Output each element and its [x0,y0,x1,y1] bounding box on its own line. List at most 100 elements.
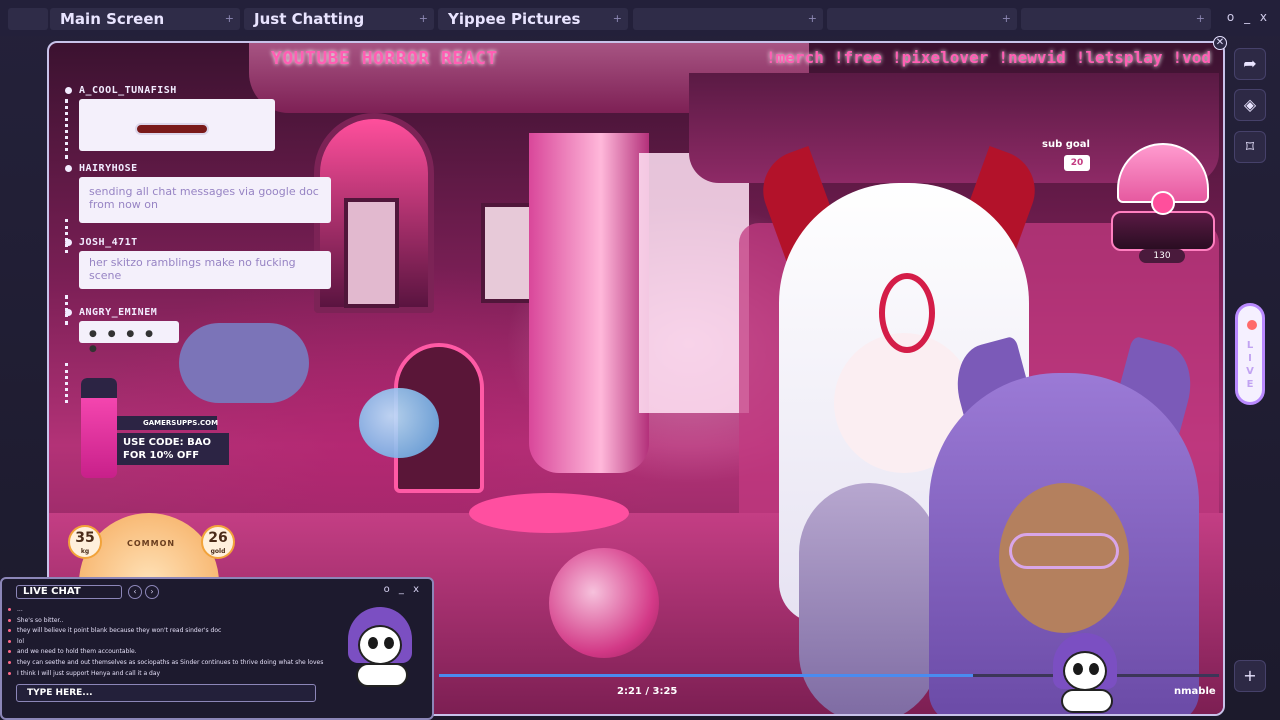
bookmark-icon[interactable]: ⌑ [1234,131,1266,163]
scene-poster [344,198,399,308]
chat-commands: !merch !free !pixelover !newvid !letspla… [766,48,1211,67]
chat-prev-icon[interactable]: ‹ [128,585,142,599]
video-progress-fill [439,674,974,677]
chat-message: ● ● ● ● ● [79,321,179,354]
scene-window-light [639,153,749,413]
mascot-foxgirl-chibi [1049,633,1121,713]
shell-base [1111,211,1215,251]
overlay-suffix-text: nmable [1174,686,1216,697]
weight-stat: 35 kg [68,525,102,559]
forehead-mark-icon [879,273,935,353]
chat-message: sending all chat messages via google doc… [79,177,331,223]
live-letter: V [1246,366,1254,377]
mascot-face [358,625,402,665]
chat-message: I think I will just support Henya and ca… [8,669,338,680]
chat-message [79,99,275,151]
chat-message: they will believe it point blank because… [8,626,338,637]
app-root: Main Screen + Just Chatting + Yippee Pictu… [0,0,1280,720]
rarity-label: COMMON [127,539,176,548]
mascot-body [356,663,408,687]
window-controls[interactable]: o _ x [1227,10,1270,24]
tab-yippee-pictures[interactable]: Yippee Pictures + [438,8,628,30]
sub-goal-label: sub goal [1042,139,1090,150]
tab-close-icon[interactable]: + [613,8,622,30]
chat-username: A_COOL_TUNAFISH [65,85,177,96]
menu-button[interactable] [8,8,48,30]
chat-message: and we need to hold them accountable. [8,647,338,658]
tab-main-screen[interactable]: Main Screen + [50,8,240,30]
tab-label: Yippee Pictures [448,10,581,28]
sub-goal-target: 20 [1064,155,1090,171]
chat-text: She's so bitter.. [17,616,64,624]
chat-message: ... [8,605,338,616]
chat-text: and we need to hold them accountable. [17,648,137,656]
sponsor-site: GAMERSUPPS.COM [117,416,218,430]
live-chat-title: LIVE CHAT [16,585,122,599]
gold-unit: gold [210,548,226,555]
tab-close-icon[interactable]: + [1196,8,1205,30]
mascot-face [1063,651,1107,691]
scene-cushion [469,493,629,533]
drink-bubble-icon [359,388,439,458]
mascot-eye [368,637,378,649]
heart-bubble-icon [549,548,659,658]
glasses-icon [1009,533,1119,569]
sponsor-code-line: USE CODE: BAO [123,437,211,448]
tab-close-icon[interactable]: + [808,8,817,30]
tab-empty[interactable]: + [827,8,1017,30]
weight-value: 35 [75,530,95,546]
close-preview-icon[interactable]: ✕ [1213,36,1227,50]
live-chat-panel: LIVE CHAT ‹ › o _ x ... She's so bitter.… [0,577,434,720]
live-letter: I [1248,353,1252,364]
sub-goal-count: 130 [1139,249,1185,263]
chat-message: lol [8,637,338,648]
chat-text: they will believe it point blank because… [17,627,222,635]
mascot-chibi [344,607,416,687]
live-letter: L [1246,340,1254,351]
chat-text: they can seethe and out themselves as so… [17,658,324,666]
tab-label: Just Chatting [254,10,365,28]
chat-username: HAIRYHOSE [65,163,138,174]
weight-unit: kg [80,548,90,555]
chat-next-icon[interactable]: › [145,585,159,599]
chat-dots [65,219,68,253]
sticker-icon[interactable]: ◈ [1234,89,1266,121]
tab-close-icon[interactable]: + [225,8,234,30]
tab-empty[interactable]: + [633,8,823,30]
share-icon[interactable]: ➦ [1234,48,1266,80]
sponsor-code-line: FOR 10% OFF [123,450,200,461]
chat-message-list: ... She's so bitter.. they will believe … [8,605,338,679]
command-newvid: !newvid [998,48,1066,67]
video-time: 2:21 / 3:25 [617,686,678,697]
tab-close-icon[interactable]: + [419,8,428,30]
mascot-eye [1073,663,1083,675]
stream-title: YOUTUBE HORROR REACT [271,48,498,69]
live-dot-icon [1247,320,1257,330]
live-letter: E [1246,379,1254,390]
tab-close-icon[interactable]: + [1002,8,1011,30]
chat-message: She's so bitter.. [8,616,338,627]
gold-value: 26 [208,530,228,546]
tab-empty[interactable]: + [1021,8,1211,30]
chat-username: JOSH_471T [65,237,138,248]
tab-label: Main Screen [60,10,165,28]
command-pixelover: !pixelover [892,48,989,67]
tab-just-chatting[interactable]: Just Chatting + [244,8,434,30]
bottle-cap [81,378,117,398]
emote-icon [135,123,209,135]
clam-shell-icon [1111,143,1215,263]
chat-window-controls[interactable]: o _ x [384,584,422,595]
chat-message: they can seethe and out themselves as so… [8,658,338,669]
chat-input[interactable]: TYPE HERE... [16,684,316,702]
add-source-plus-icon[interactable]: + [1234,660,1266,692]
sponsor-code: USE CODE: BAO FOR 10% OFF [117,433,229,465]
gold-stat: 26 gold [201,525,235,559]
chat-dots [65,99,68,159]
live-indicator[interactable]: L I V E [1235,303,1265,405]
chat-dots [65,363,68,403]
chat-text: I think I will just support Henya and ca… [17,669,161,677]
command-free: !free [833,48,882,67]
emote-icon: ● ● ● ● ● [89,329,157,354]
pearl-icon [1151,191,1175,215]
scene-curtain [529,133,649,473]
